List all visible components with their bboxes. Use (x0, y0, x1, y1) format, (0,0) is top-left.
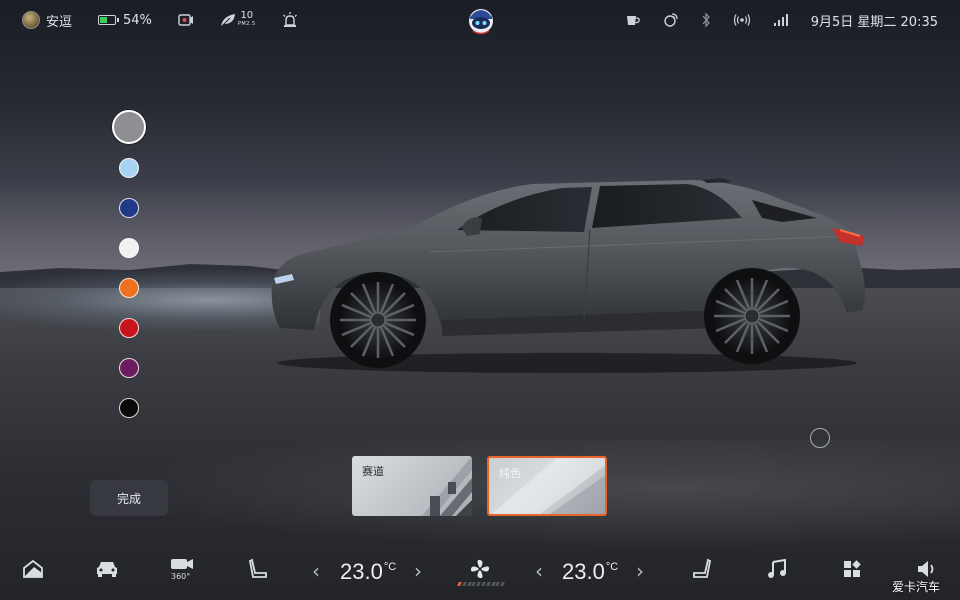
aqi-unit: PM2.5 (237, 21, 256, 27)
cup-icon[interactable] (625, 13, 641, 27)
fan-level-segment (500, 582, 505, 586)
battery-indicator[interactable]: 54% (98, 13, 152, 28)
alarm-indicator[interactable] (282, 12, 298, 28)
camera-360-icon[interactable]: 360° (170, 557, 196, 581)
seat-right-icon[interactable] (690, 557, 714, 581)
bottom-dock: 360° ‹ 23.0 °C › ‹ 23.0 °C › (0, 545, 960, 600)
user-profile[interactable]: 安逗 (22, 11, 72, 30)
theme-card-track[interactable]: 赛道 (352, 456, 472, 516)
aqi-readout: 10 PM2.5 (237, 10, 256, 28)
paint-color-picker (112, 110, 148, 430)
right-temp-decrease[interactable]: ‹ (535, 559, 543, 583)
theme-card-label: 赛道 (362, 465, 384, 478)
assistant-mascot-icon[interactable] (467, 5, 495, 35)
fan-icon[interactable] (468, 557, 492, 581)
dashcam-icon (178, 14, 193, 26)
right-temp-unit: °C (605, 561, 619, 573)
theme-card-solid[interactable]: 纯色 (487, 456, 607, 516)
right-temp: 23.0 °C (562, 559, 618, 585)
color-swatch-red[interactable] (119, 318, 139, 338)
fan-level-segment (461, 582, 467, 586)
aqi-value: 10 (240, 10, 254, 21)
leaf-icon (220, 14, 235, 27)
right-temp-increase[interactable]: › (636, 559, 644, 583)
right-temp-value: 23.0 (562, 559, 605, 584)
air-quality-indicator[interactable]: 10 PM2.5 (220, 10, 256, 28)
status-bar: 安逗 54% 10 PM2.5 9月5日 星期二 20:35 (0, 0, 960, 40)
color-swatch-navy[interactable] (119, 198, 139, 218)
alarm-light-icon (282, 12, 297, 27)
car-icon[interactable] (95, 557, 119, 581)
car-model[interactable] (262, 170, 876, 375)
status-left: 安逗 54% 10 PM2.5 (22, 10, 324, 30)
view-hotspot[interactable] (810, 428, 830, 448)
fan-level-segment (485, 582, 491, 586)
left-temp-increase[interactable]: › (414, 559, 422, 583)
fan-speed-indicator[interactable] (457, 582, 505, 586)
status-right: 9月5日 星期二 20:35 (603, 10, 938, 30)
apps-icon[interactable] (840, 557, 864, 581)
color-swatch-white[interactable] (119, 238, 139, 258)
home-icon[interactable] (21, 557, 45, 581)
music-icon[interactable] (765, 557, 789, 581)
theme-card-label: 纯色 (499, 467, 521, 480)
color-swatch-purple[interactable] (119, 358, 139, 378)
left-temp-unit: °C (383, 561, 397, 573)
dashcam-indicator[interactable] (178, 14, 194, 26)
avatar (22, 11, 40, 29)
color-swatch-black[interactable] (119, 398, 139, 418)
battery-percent: 54% (123, 12, 152, 28)
seat-left-icon[interactable] (246, 557, 270, 581)
date-time: 9月5日 星期二 20:35 (810, 14, 938, 30)
color-swatch-light-blue[interactable] (119, 158, 139, 178)
left-temp-decrease[interactable]: ‹ (312, 559, 320, 583)
left-temp: 23.0 °C (340, 559, 396, 585)
bluetooth-icon[interactable] (701, 12, 711, 28)
cellular-signal-icon[interactable] (773, 13, 789, 27)
color-swatch-gray[interactable] (112, 110, 146, 144)
color-swatch-orange[interactable] (119, 278, 139, 298)
done-button[interactable]: 完成 (90, 480, 168, 516)
user-name: 安逗 (46, 14, 73, 30)
hotspot-sharing-icon[interactable] (663, 12, 679, 28)
signal-broadcast-icon[interactable] (733, 13, 751, 27)
battery-icon (98, 15, 120, 25)
camera-360-label: 360° (171, 572, 190, 581)
left-temp-value: 23.0 (340, 559, 383, 584)
watermark: 爱卡汽车 (892, 580, 941, 594)
